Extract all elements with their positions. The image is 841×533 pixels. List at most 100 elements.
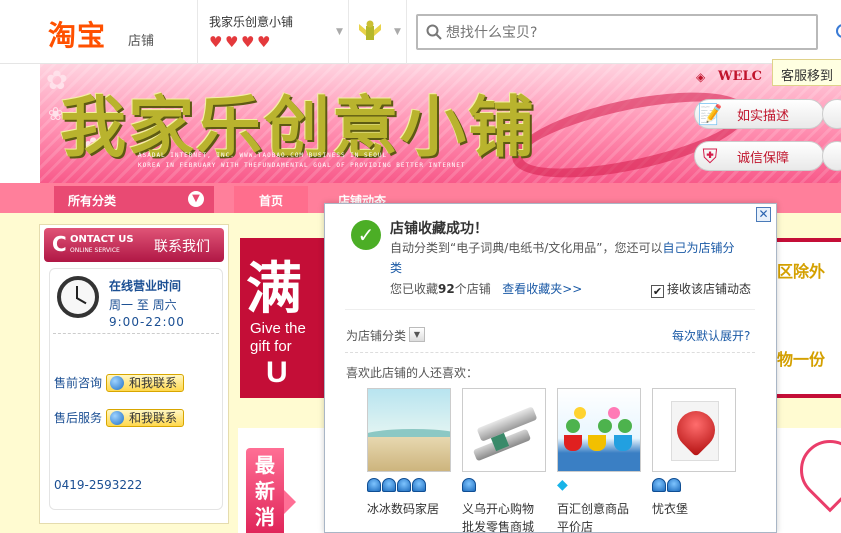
describe-label: 如实描述 [737,108,790,124]
search-icon [426,24,442,40]
contact-button-label: 和我联系 [129,376,178,390]
crown-icon [652,478,666,492]
badge-dropdown-caret-icon[interactable]: ▼ [394,27,401,37]
shop-level-badge [652,478,681,492]
search-box[interactable] [416,14,818,50]
diamond-icon: ◆ [557,477,568,493]
logo-subtitle: 店铺 [128,34,155,49]
classify-dropdown[interactable]: ▼ [409,327,425,342]
hours-time: 9:00-22:00 [109,315,185,329]
shop-dropdown-caret-icon[interactable]: ▼ [336,27,343,37]
count-value: 92 [438,282,455,296]
contact-button-label: 和我联系 [129,411,178,425]
shop-thumbnail[interactable] [367,388,451,472]
divider [53,333,219,334]
new-sale-tag[interactable]: 最新消 [246,448,284,533]
shop-level-badge [367,478,426,492]
crown-icon [462,478,476,492]
hours-days: 周一 至 周六 [109,298,177,312]
classify-label: 为店铺分类 [346,329,407,343]
promo-line: Give the [250,320,306,337]
count-prefix: 您已收藏 [390,282,439,296]
heart-icon: ♥ [209,33,223,51]
presale-contact-button[interactable]: 和我联系 [106,374,184,392]
promo-right-text: 物一份 [777,350,826,369]
receive-updates-label: 接收该店铺动态 [667,282,752,296]
crown-icon [667,478,681,492]
heart-icon: ♥ [241,33,255,51]
divider [197,0,198,64]
shop-badge-icon[interactable] [357,20,383,44]
view-favorites-link[interactable]: 查看收藏夹>> [502,282,582,296]
wangwang-icon [110,411,124,425]
chevron-down-icon: ▼ [188,191,204,207]
banner-subline: KOREA IN FEBRUARY WITH THEFUNDAMENTAL GO… [138,162,466,169]
phone-number: 0419-2593222 [54,478,143,492]
promo-big-char: 满 [246,256,302,322]
diamond-icon: ◈ [696,70,706,84]
promo-line: gift for [250,338,292,355]
shop-name-link[interactable]: 冰冰数码家居 [367,500,467,518]
promo-right-text: 区除外 [777,262,826,281]
default-expand-link[interactable]: 每次默认展开? [672,327,750,344]
dialog-message: 自动分类到“电子词典/电纸书/文化用品”，您还可以自己为店铺分 [390,239,735,256]
hours-title: 在线营业时间 [109,279,182,293]
nav-all-categories-label: 所有分类 [68,194,117,208]
shop-thumbnail[interactable] [557,388,641,472]
contact-big-letter: C [52,232,67,256]
divider [348,0,349,64]
custom-category-link-cont[interactable]: 类 [390,259,402,276]
clock-icon [57,276,99,318]
new-sale-label: 最新消 [255,453,275,529]
contact-header: C ONTACT US ONLINE SERVICE 联系我们 [44,228,224,262]
shop-name-link[interactable]: 义乌开心购物批发零售商城 [462,500,544,533]
shop-name-link[interactable]: 忧衣堡 [652,500,752,518]
describe-button[interactable]: 📝 如实描述 [694,99,824,129]
divider [345,309,755,310]
aftersale-contact-button[interactable]: 和我联系 [106,409,184,427]
taobao-logo[interactable]: 淘宝 [48,14,106,54]
shop-name-link[interactable]: 百汇创意商品平价店 [557,500,639,533]
custom-category-link[interactable]: 自己为店铺分 [663,241,735,255]
divider [406,0,407,64]
shop-thumbnail[interactable] [462,388,546,472]
promo-text: Give the gift for [250,320,306,356]
search-input[interactable] [446,22,806,44]
nav-all-categories[interactable]: 所有分类 ▼ [54,186,214,213]
also-like-heading: 喜欢此店铺的人还喜欢： [346,366,479,380]
shop-name[interactable]: 我家乐创意小铺 [209,13,293,30]
presale-label: 售前咨询 [54,376,103,390]
nav-home[interactable]: 首页 [234,186,308,213]
heart-icon: ♥ [225,33,239,51]
contact-en-subtitle: ONLINE SERVICE [70,247,120,254]
shop-level-badge [462,478,476,492]
crown-icon [382,478,396,492]
count-suffix: 个店铺 [454,282,491,296]
partial-edge-icon[interactable] [836,24,841,38]
divider [345,352,755,353]
arrow-right-icon [284,490,296,514]
guarantee-label: 诚信保障 [737,150,790,166]
receive-updates-checkbox[interactable]: ✔ 接收该店铺动态 [651,280,751,298]
shop-level-badge: ◆ [557,478,571,492]
contact-cn-title: 联系我们 [154,239,210,255]
wangwang-icon [110,376,124,390]
checkbox-checked-icon[interactable]: ✔ [651,285,664,298]
close-icon[interactable]: ✕ [756,207,771,222]
crown-icon [412,478,426,492]
contact-en-title: ONTACT US [70,234,134,245]
heart-icon: ♥ [257,33,271,51]
banner-welcome: WELC [718,69,762,84]
promo-u: U [266,356,288,389]
shop-banner: ✿ ✿ ❀ 我家乐创意小铺 ASADAL INTERNET, INC. WWW.… [40,64,841,183]
shield-icon: ⛨ [702,144,718,168]
aftersale-label: 售后服务 [54,411,103,425]
shop-thumbnail[interactable] [652,388,736,472]
top-header: 淘宝 店铺 我家乐创意小铺 ♥ ♥ ♥ ♥ ▼ ▼ [0,0,841,64]
crown-icon [367,478,381,492]
promo-banner[interactable]: 满 Give the gift for U [240,238,325,398]
favorites-count: 您已收藏92个店铺 查看收藏夹>> [390,280,582,297]
guarantee-button[interactable]: ⛨ 诚信保障 [694,141,824,171]
dialog-title: 店铺收藏成功！ [390,221,488,237]
banner-subline: ASADAL INTERNET, INC. WWW.TAOBAO.COM BUS… [138,152,388,159]
